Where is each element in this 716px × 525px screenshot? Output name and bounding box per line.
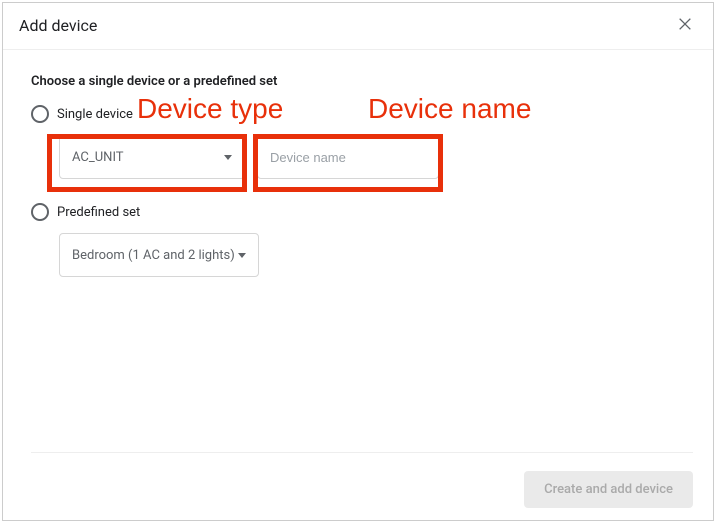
single-device-radio-row: Single device: [31, 105, 685, 123]
create-add-device-button[interactable]: Create and add device: [524, 471, 693, 508]
content-subtitle: Choose a single device or a predefined s…: [31, 74, 685, 89]
single-device-controls: AC_UNIT: [59, 135, 685, 179]
single-device-radio[interactable]: [31, 105, 49, 123]
dialog-header: Add device: [3, 3, 713, 50]
predefined-set-select[interactable]: Bedroom (1 AC and 2 lights): [59, 233, 259, 277]
device-type-value: AC_UNIT: [72, 150, 224, 165]
single-device-label: Single device: [57, 107, 133, 122]
dialog-title: Add device: [19, 16, 97, 35]
predefined-label: Predefined set: [57, 205, 140, 220]
close-button[interactable]: [673, 13, 697, 37]
predefined-radio[interactable]: [31, 203, 49, 221]
dialog-content: Choose a single device or a predefined s…: [3, 50, 713, 277]
predefined-radio-row: Predefined set: [31, 203, 685, 221]
chevron-down-icon: [238, 253, 246, 258]
chevron-down-icon: [224, 155, 232, 160]
dialog-footer: Create and add device: [31, 452, 693, 508]
device-name-input[interactable]: [257, 135, 439, 179]
device-type-select[interactable]: AC_UNIT: [59, 135, 245, 179]
predefined-controls: Bedroom (1 AC and 2 lights): [59, 233, 685, 277]
close-icon: [677, 16, 693, 35]
predefined-set-value: Bedroom (1 AC and 2 lights): [72, 248, 238, 263]
predefined-set-group: Predefined set Bedroom (1 AC and 2 light…: [31, 203, 685, 277]
single-device-group: Single device AC_UNIT: [31, 105, 685, 179]
add-device-dialog: Add device Choose a single device or a p…: [2, 2, 714, 521]
